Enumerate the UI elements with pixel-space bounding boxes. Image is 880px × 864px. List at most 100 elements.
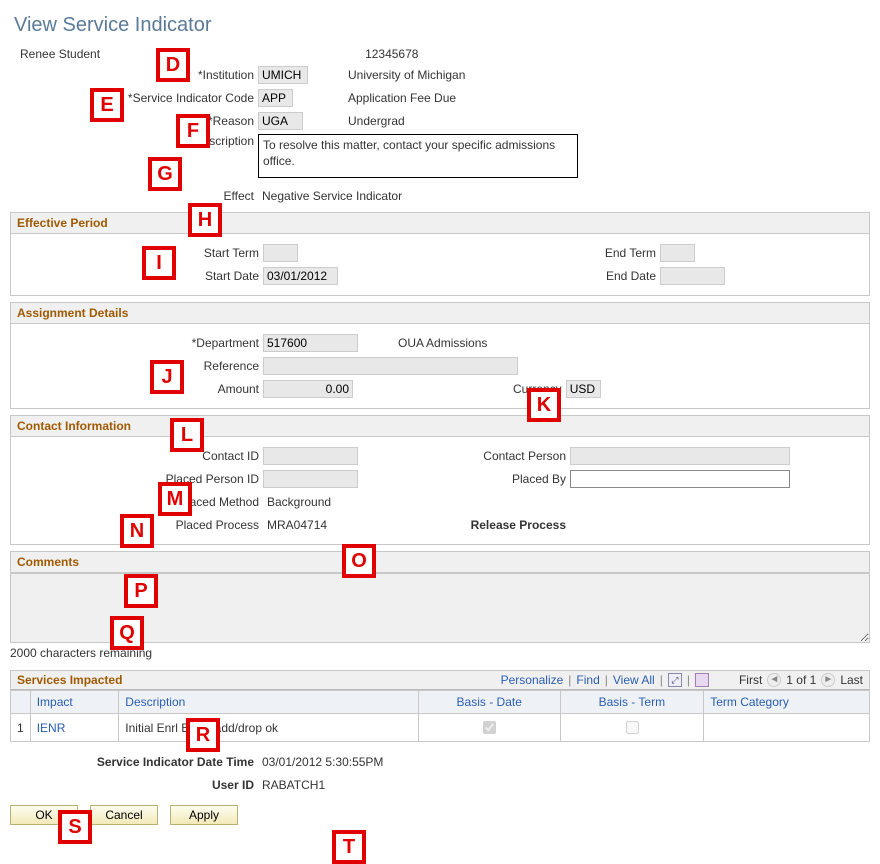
placed-by-label: Placed By [440,472,570,486]
reason-label: Reason [10,114,258,128]
userid-label: User ID [10,778,258,792]
row-impact[interactable]: IENR [30,714,119,742]
contact-header: Contact Information [10,415,870,437]
institution-display: University of Michigan [348,68,465,82]
col-basis-term[interactable]: Basis - Term [560,691,704,714]
personalize-link[interactable]: Personalize [501,673,564,687]
annotation-i: I [142,246,176,280]
annotation-h: H [188,203,222,237]
services-impacted-header: Services Impacted Personalize | Find | V… [10,670,870,690]
basis-term-checkbox [626,721,639,734]
annotation-g: G [148,157,182,191]
annotation-p: P [124,574,158,608]
placed-person-id-label: Placed Person ID [15,472,263,486]
basis-date-checkbox [483,721,496,734]
annotation-d: D [156,48,190,82]
row-term-cat [704,714,870,742]
row-description: Initial Enrl Block-add/drop ok [119,714,419,742]
amount-input [263,380,353,398]
institution-row: Institution University of Michigan [10,65,870,85]
annotation-k: K [527,388,561,422]
description-label: Description [10,134,258,148]
prev-icon[interactable]: ◄ [767,673,781,687]
release-process-label: Release Process [440,518,570,532]
annotation-n: N [120,514,154,548]
find-link[interactable]: Find [576,673,599,687]
grid-last[interactable]: Last [840,673,863,687]
header-row: Renee Student 12345678 [10,47,870,61]
services-impacted-title: Services Impacted [17,673,122,687]
institution-label: Institution [10,68,258,82]
zoom-icon[interactable]: ⤢ [668,673,682,687]
svc-code-display: Application Fee Due [348,91,456,105]
col-term-category[interactable]: Term Category [704,691,870,714]
contact-id-input [263,447,358,465]
row-num: 1 [11,714,31,742]
placed-by-input[interactable] [570,470,790,488]
col-description[interactable]: Description [119,691,419,714]
start-term-input [263,244,298,262]
cancel-button[interactable]: Cancel [90,805,158,825]
annotation-f: F [176,114,210,148]
view-all-link[interactable]: View All [613,673,655,687]
department-display: OUA Admissions [398,336,487,350]
reference-input [263,357,518,375]
placed-method-label: Placed Method [15,495,263,509]
page-container: { "page_title": "View Service Indicator"… [10,14,870,825]
start-date-label: Start Date [15,269,263,283]
end-term-label: End Term [440,246,660,260]
col-impact[interactable]: Impact [30,691,119,714]
download-icon[interactable] [695,673,709,687]
si-datetime-row: Service Indicator Date Time 03/01/2012 5… [10,752,870,772]
description-row: Description To resolve this matter, cont… [10,134,870,178]
placed-process-value: MRA04714 [267,518,327,532]
end-term-input [660,244,695,262]
effect-label: Effect [10,189,258,203]
department-label: Department [15,336,263,350]
contact-person-label: Contact Person [440,449,570,463]
table-row: 1 IENR Initial Enrl Block-add/drop ok [11,714,870,742]
svc-code-label: Service Indicator Code [10,91,258,105]
row-basis-term [560,714,704,742]
department-input [263,334,358,352]
reference-label: Reference [15,359,263,373]
button-row: OK Cancel Apply [10,805,870,825]
next-icon[interactable]: ► [821,673,835,687]
reason-input [258,112,303,130]
reason-row: Reason Undergrad [10,111,870,131]
effect-value: Negative Service Indicator [262,189,402,203]
svc-code-input [258,89,293,107]
svc-code-row: Service Indicator Code Application Fee D… [10,88,870,108]
start-term-label: Start Term [15,246,263,260]
page-title: View Service Indicator [14,14,870,37]
annotation-s: S [58,810,92,844]
placed-person-id-input [263,470,358,488]
annotation-t: T [332,830,366,864]
si-datetime-label: Service Indicator Date Time [10,755,258,769]
services-impacted-grid: Impact Description Basis - Date Basis - … [10,690,870,742]
reason-display: Undergrad [348,114,405,128]
annotation-l: L [170,418,204,452]
placed-method-value: Background [267,495,331,509]
amount-label: Amount [15,382,263,396]
apply-button[interactable]: Apply [170,805,238,825]
grid-toolbar: Personalize | Find | View All | ⤢ | Firs… [501,673,863,687]
description-box: To resolve this matter, contact your spe… [258,134,578,178]
si-datetime-value: 03/01/2012 5:30:55PM [262,755,383,769]
institution-input [258,66,308,84]
annotation-e: E [90,88,124,122]
annotation-j: J [150,360,184,394]
userid-row: User ID RABATCH1 [10,775,870,795]
grid-header-row: Impact Description Basis - Date Basis - … [11,691,870,714]
grid-first[interactable]: First [739,673,762,687]
annotation-r: R [186,718,220,752]
end-date-label: End Date [440,269,660,283]
student-name: Renee Student [20,47,100,61]
row-basis-date [418,714,560,742]
annotation-o: O [342,544,376,578]
contact-id-label: Contact ID [15,449,263,463]
start-date-input [263,267,338,285]
student-id: 12345678 [365,47,418,61]
col-basis-date[interactable]: Basis - Date [418,691,560,714]
annotation-m: M [158,482,192,516]
